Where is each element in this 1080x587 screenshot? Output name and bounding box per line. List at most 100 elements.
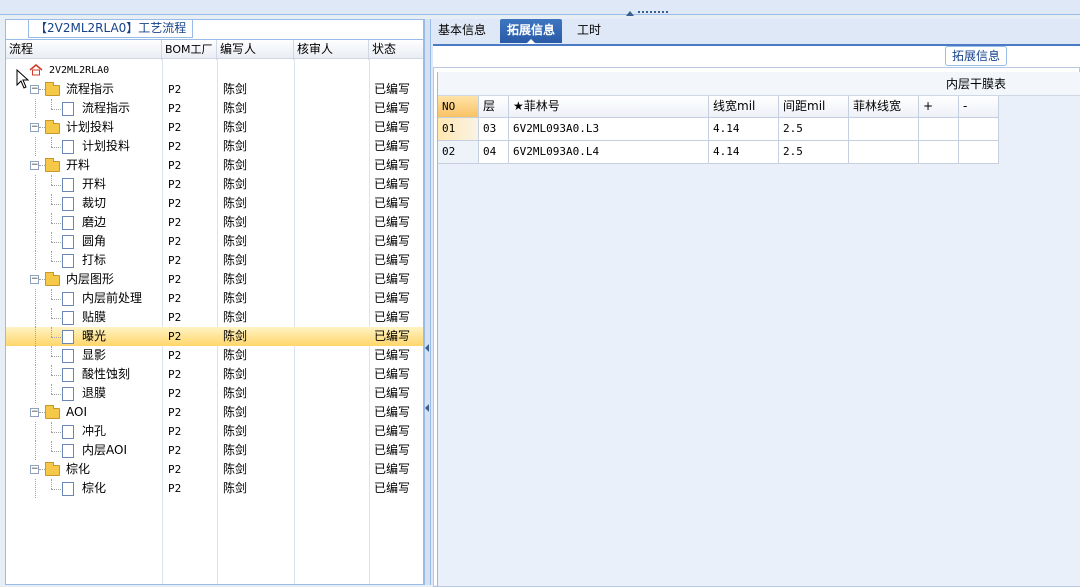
tree-step-row[interactable]: 棕化 P2 陈剑 已编写	[6, 479, 423, 498]
cell-minus[interactable]	[959, 118, 999, 141]
tree-step-row[interactable]: 曝光 P2 陈剑 已编写	[6, 327, 423, 346]
cell-no[interactable]: 01	[438, 118, 479, 141]
step-name: 曝光	[82, 329, 107, 343]
folder-icon	[45, 272, 60, 286]
tree-group-row[interactable]: − 计划投料 P2 陈剑 已编写	[6, 118, 423, 137]
collapse-toggle-icon[interactable]: −	[30, 123, 39, 132]
bom-factory: P2	[168, 444, 182, 457]
tree-step-row[interactable]: 显影 P2 陈剑 已编写	[6, 346, 423, 365]
collapse-toggle-icon[interactable]: −	[30, 85, 39, 94]
bom-factory: P2	[168, 368, 182, 381]
status: 已编写	[374, 310, 411, 324]
collapse-toggle-icon[interactable]: −	[30, 465, 39, 474]
cell-no[interactable]: 02	[438, 141, 479, 164]
col-header-status[interactable]: 状态	[369, 40, 423, 60]
step-name: AOI	[66, 405, 87, 419]
tree-step-row[interactable]: 开料 P2 陈剑 已编写	[6, 175, 423, 194]
status: 已编写	[374, 120, 411, 134]
bom-factory: P2	[168, 292, 182, 305]
step-name: 内层前处理	[82, 291, 143, 305]
col-film-no[interactable]: ★菲林号	[509, 96, 709, 118]
col-line-width[interactable]: 线宽mil	[709, 96, 779, 118]
writer: 陈剑	[223, 234, 248, 248]
collapse-left-icon-2[interactable]	[425, 404, 429, 412]
cell-layer[interactable]: 04	[479, 141, 509, 164]
tree-step-row[interactable]: 酸性蚀刻 P2 陈剑 已编写	[6, 365, 423, 384]
collapse-toggle-icon[interactable]: −	[30, 408, 39, 417]
folder-icon	[45, 462, 60, 476]
cell-spacing[interactable]: 2.5	[779, 118, 849, 141]
status: 已编写	[374, 158, 411, 172]
step-name: 显影	[82, 348, 107, 362]
step-name: 开料	[82, 177, 107, 191]
col-header-process[interactable]: 流程	[6, 40, 162, 60]
cell-width[interactable]: 4.14	[709, 141, 779, 164]
col-no[interactable]: NO	[438, 96, 479, 118]
cell-width[interactable]: 4.14	[709, 118, 779, 141]
tree-step-row[interactable]: 内层前处理 P2 陈剑 已编写	[6, 289, 423, 308]
bom-factory: P2	[168, 159, 182, 172]
writer: 陈剑	[223, 386, 248, 400]
document-icon	[62, 197, 74, 211]
step-name: 酸性蚀刻	[82, 367, 131, 381]
tab-extended-info[interactable]: 拓展信息	[500, 19, 563, 44]
tree-step-row[interactable]: 冲孔 P2 陈剑 已编写	[6, 422, 423, 441]
col-minus[interactable]: -	[959, 96, 999, 118]
collapse-grip[interactable]	[622, 11, 682, 30]
cell-plus[interactable]	[919, 118, 959, 141]
col-plus[interactable]: +	[919, 96, 959, 118]
tree-step-row[interactable]: 计划投料 P2 陈剑 已编写	[6, 137, 423, 156]
status: 已编写	[374, 196, 411, 210]
cell-spacing[interactable]: 2.5	[779, 141, 849, 164]
bom-factory: P2	[168, 102, 182, 115]
tree-step-row[interactable]: 流程指示 P2 陈剑 已编写	[6, 99, 423, 118]
cell-plus[interactable]	[919, 141, 959, 164]
col-spacing[interactable]: 间距mil	[779, 96, 849, 118]
cell-film[interactable]: 6V2ML093A0.L4	[509, 141, 709, 164]
tree-group-row[interactable]: − 内层图形 P2 陈剑 已编写	[6, 270, 423, 289]
tree-step-row[interactable]: 退膜 P2 陈剑 已编写	[6, 384, 423, 403]
tree-step-row[interactable]: 贴膜 P2 陈剑 已编写	[6, 308, 423, 327]
status: 已编写	[374, 329, 411, 343]
writer: 陈剑	[223, 139, 248, 153]
panel-splitter[interactable]	[424, 19, 431, 585]
bom-factory: P2	[168, 273, 182, 286]
tree-step-row[interactable]: 内层AOI P2 陈剑 已编写	[6, 441, 423, 460]
status: 已编写	[374, 291, 411, 305]
tree-step-row[interactable]: 裁切 P2 陈剑 已编写	[6, 194, 423, 213]
tree-step-row[interactable]: 打标 P2 陈剑 已编写	[6, 251, 423, 270]
collapse-toggle-icon[interactable]: −	[30, 275, 39, 284]
bom-factory: P2	[168, 140, 182, 153]
col-film-width[interactable]: 菲林线宽	[849, 96, 919, 118]
tree-group-row[interactable]: − 流程指示 P2 陈剑 已编写	[6, 80, 423, 99]
tree-step-row[interactable]: 圆角 P2 陈剑 已编写	[6, 232, 423, 251]
document-icon	[62, 368, 74, 382]
tree-root[interactable]: 2V2ML2RLA0	[6, 61, 423, 80]
cell-film-width[interactable]	[849, 141, 919, 164]
tree-group-row[interactable]: − AOI P2 陈剑 已编写	[6, 403, 423, 422]
writer: 陈剑	[223, 443, 248, 457]
col-header-bom[interactable]: BOM工厂	[162, 40, 217, 60]
cell-film[interactable]: 6V2ML093A0.L3	[509, 118, 709, 141]
cell-minus[interactable]	[959, 141, 999, 164]
tree-group-row[interactable]: − 开料 P2 陈剑 已编写	[6, 156, 423, 175]
bom-factory: P2	[168, 235, 182, 248]
bom-factory: P2	[168, 387, 182, 400]
bom-factory: P2	[168, 178, 182, 191]
col-header-reviewer[interactable]: 核审人	[294, 40, 369, 60]
tab-strip: 基本信息 拓展信息 工时	[431, 19, 1080, 44]
collapse-toggle-icon[interactable]: −	[30, 161, 39, 170]
document-icon	[62, 482, 74, 496]
tab-work-hours[interactable]: 工时	[570, 19, 608, 43]
col-layer[interactable]: 层	[479, 96, 509, 118]
cell-film-width[interactable]	[849, 118, 919, 141]
tab-basic-info[interactable]: 基本信息	[431, 19, 493, 43]
step-name: 流程指示	[82, 101, 131, 115]
writer: 陈剑	[223, 253, 248, 267]
col-header-writer[interactable]: 编写人	[217, 40, 294, 60]
cell-layer[interactable]: 03	[479, 118, 509, 141]
tree-step-row[interactable]: 磨边 P2 陈剑 已编写	[6, 213, 423, 232]
status: 已编写	[374, 101, 411, 115]
collapse-left-icon[interactable]	[425, 344, 429, 352]
tree-group-row[interactable]: − 棕化 P2 陈剑 已编写	[6, 460, 423, 479]
